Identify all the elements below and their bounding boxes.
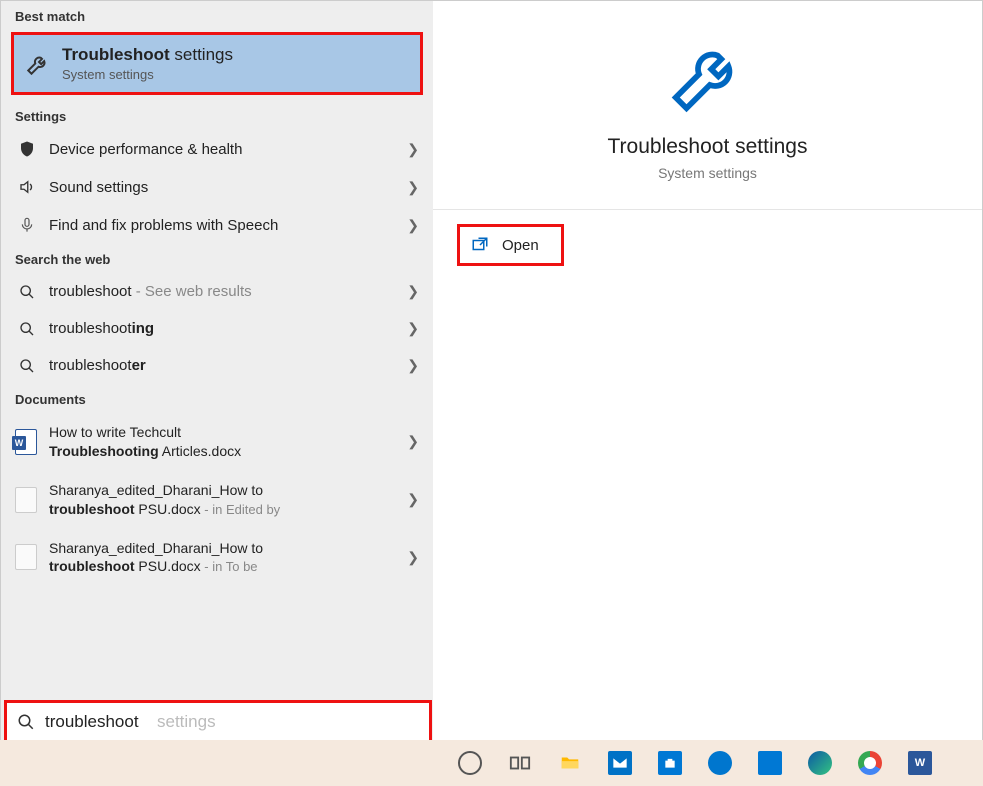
wrench-hero-icon xyxy=(663,31,753,121)
search-web-header: Search the web xyxy=(1,244,433,273)
search-box[interactable]: settings xyxy=(4,700,432,744)
chevron-right-icon: ❯ xyxy=(407,357,419,374)
chrome-icon xyxy=(857,750,883,776)
store-icon xyxy=(657,750,683,776)
chevron-right-icon: ❯ xyxy=(407,141,419,158)
folder-icon xyxy=(557,750,583,776)
web-result-troubleshooting[interactable]: troubleshooting ❯ xyxy=(1,310,433,347)
web-result-troubleshooter[interactable]: troubleshooter ❯ xyxy=(1,347,433,384)
settings-header: Settings xyxy=(1,101,433,130)
document-result-3[interactable]: Sharanya_edited_Dharani_How to troublesh… xyxy=(1,529,433,587)
preview-column: Troubleshoot settings System settings Op… xyxy=(433,1,982,740)
preview-title: Troubleshoot settings xyxy=(607,135,807,159)
open-label: Open xyxy=(502,237,539,254)
doc-icon xyxy=(15,487,37,513)
documents-header: Documents xyxy=(1,384,433,413)
search-icon xyxy=(15,321,39,337)
chevron-right-icon: ❯ xyxy=(407,217,419,234)
wrench-icon xyxy=(24,50,52,78)
best-match-header: Best match xyxy=(1,1,433,30)
settings-item-device-health[interactable]: Device performance & health ❯ xyxy=(1,130,433,168)
cortana-icon xyxy=(457,750,483,776)
results-column: Best match Troubleshoot settings System … xyxy=(1,1,433,740)
search-icon xyxy=(17,713,35,731)
chevron-right-icon: ❯ xyxy=(407,179,419,196)
open-action[interactable]: Open xyxy=(457,224,564,266)
taskbar-chrome[interactable] xyxy=(848,743,892,783)
doc-icon xyxy=(15,544,37,570)
taskbar: W xyxy=(0,740,983,786)
chevron-right-icon: ❯ xyxy=(407,320,419,337)
best-match-result[interactable]: Troubleshoot settings System settings xyxy=(11,32,423,95)
mail-icon xyxy=(607,750,633,776)
connect-icon xyxy=(757,750,783,776)
taskbar-cortana[interactable] xyxy=(448,743,492,783)
taskbar-word[interactable]: W xyxy=(898,743,942,783)
taskbar-connect[interactable] xyxy=(748,743,792,783)
word-icon: W xyxy=(907,750,933,776)
dell-icon xyxy=(707,750,733,776)
divider xyxy=(433,209,982,210)
settings-item-speech[interactable]: Find and fix problems with Speech ❯ xyxy=(1,206,433,244)
open-icon xyxy=(470,235,490,255)
settings-item-sound[interactable]: Sound settings ❯ xyxy=(1,168,433,206)
speaker-icon xyxy=(15,178,39,196)
task-view-icon xyxy=(507,750,533,776)
search-input[interactable] xyxy=(45,712,419,732)
taskbar-edge[interactable] xyxy=(798,743,842,783)
taskbar-dell[interactable] xyxy=(698,743,742,783)
search-icon xyxy=(15,358,39,374)
chevron-right-icon: ❯ xyxy=(407,283,419,300)
chevron-right-icon: ❯ xyxy=(407,491,419,508)
edge-icon xyxy=(807,750,833,776)
start-search-panel: Best match Troubleshoot settings System … xyxy=(0,0,983,740)
preview-subtitle: System settings xyxy=(658,165,757,181)
document-result-1[interactable]: How to write Techcult Troubleshooting Ar… xyxy=(1,413,433,471)
best-match-text: Troubleshoot settings System settings xyxy=(62,45,233,82)
taskbar-file-explorer[interactable] xyxy=(548,743,592,783)
word-doc-icon xyxy=(15,429,37,455)
microphone-icon xyxy=(15,216,39,234)
web-result-troubleshoot[interactable]: troubleshoot - See web results ❯ xyxy=(1,273,433,310)
search-icon xyxy=(15,284,39,300)
taskbar-mail[interactable] xyxy=(598,743,642,783)
chevron-right-icon: ❯ xyxy=(407,549,419,566)
taskbar-task-view[interactable] xyxy=(498,743,542,783)
taskbar-store[interactable] xyxy=(648,743,692,783)
chevron-right-icon: ❯ xyxy=(407,433,419,450)
document-result-2[interactable]: Sharanya_edited_Dharani_How to troublesh… xyxy=(1,471,433,529)
shield-icon xyxy=(15,140,39,158)
